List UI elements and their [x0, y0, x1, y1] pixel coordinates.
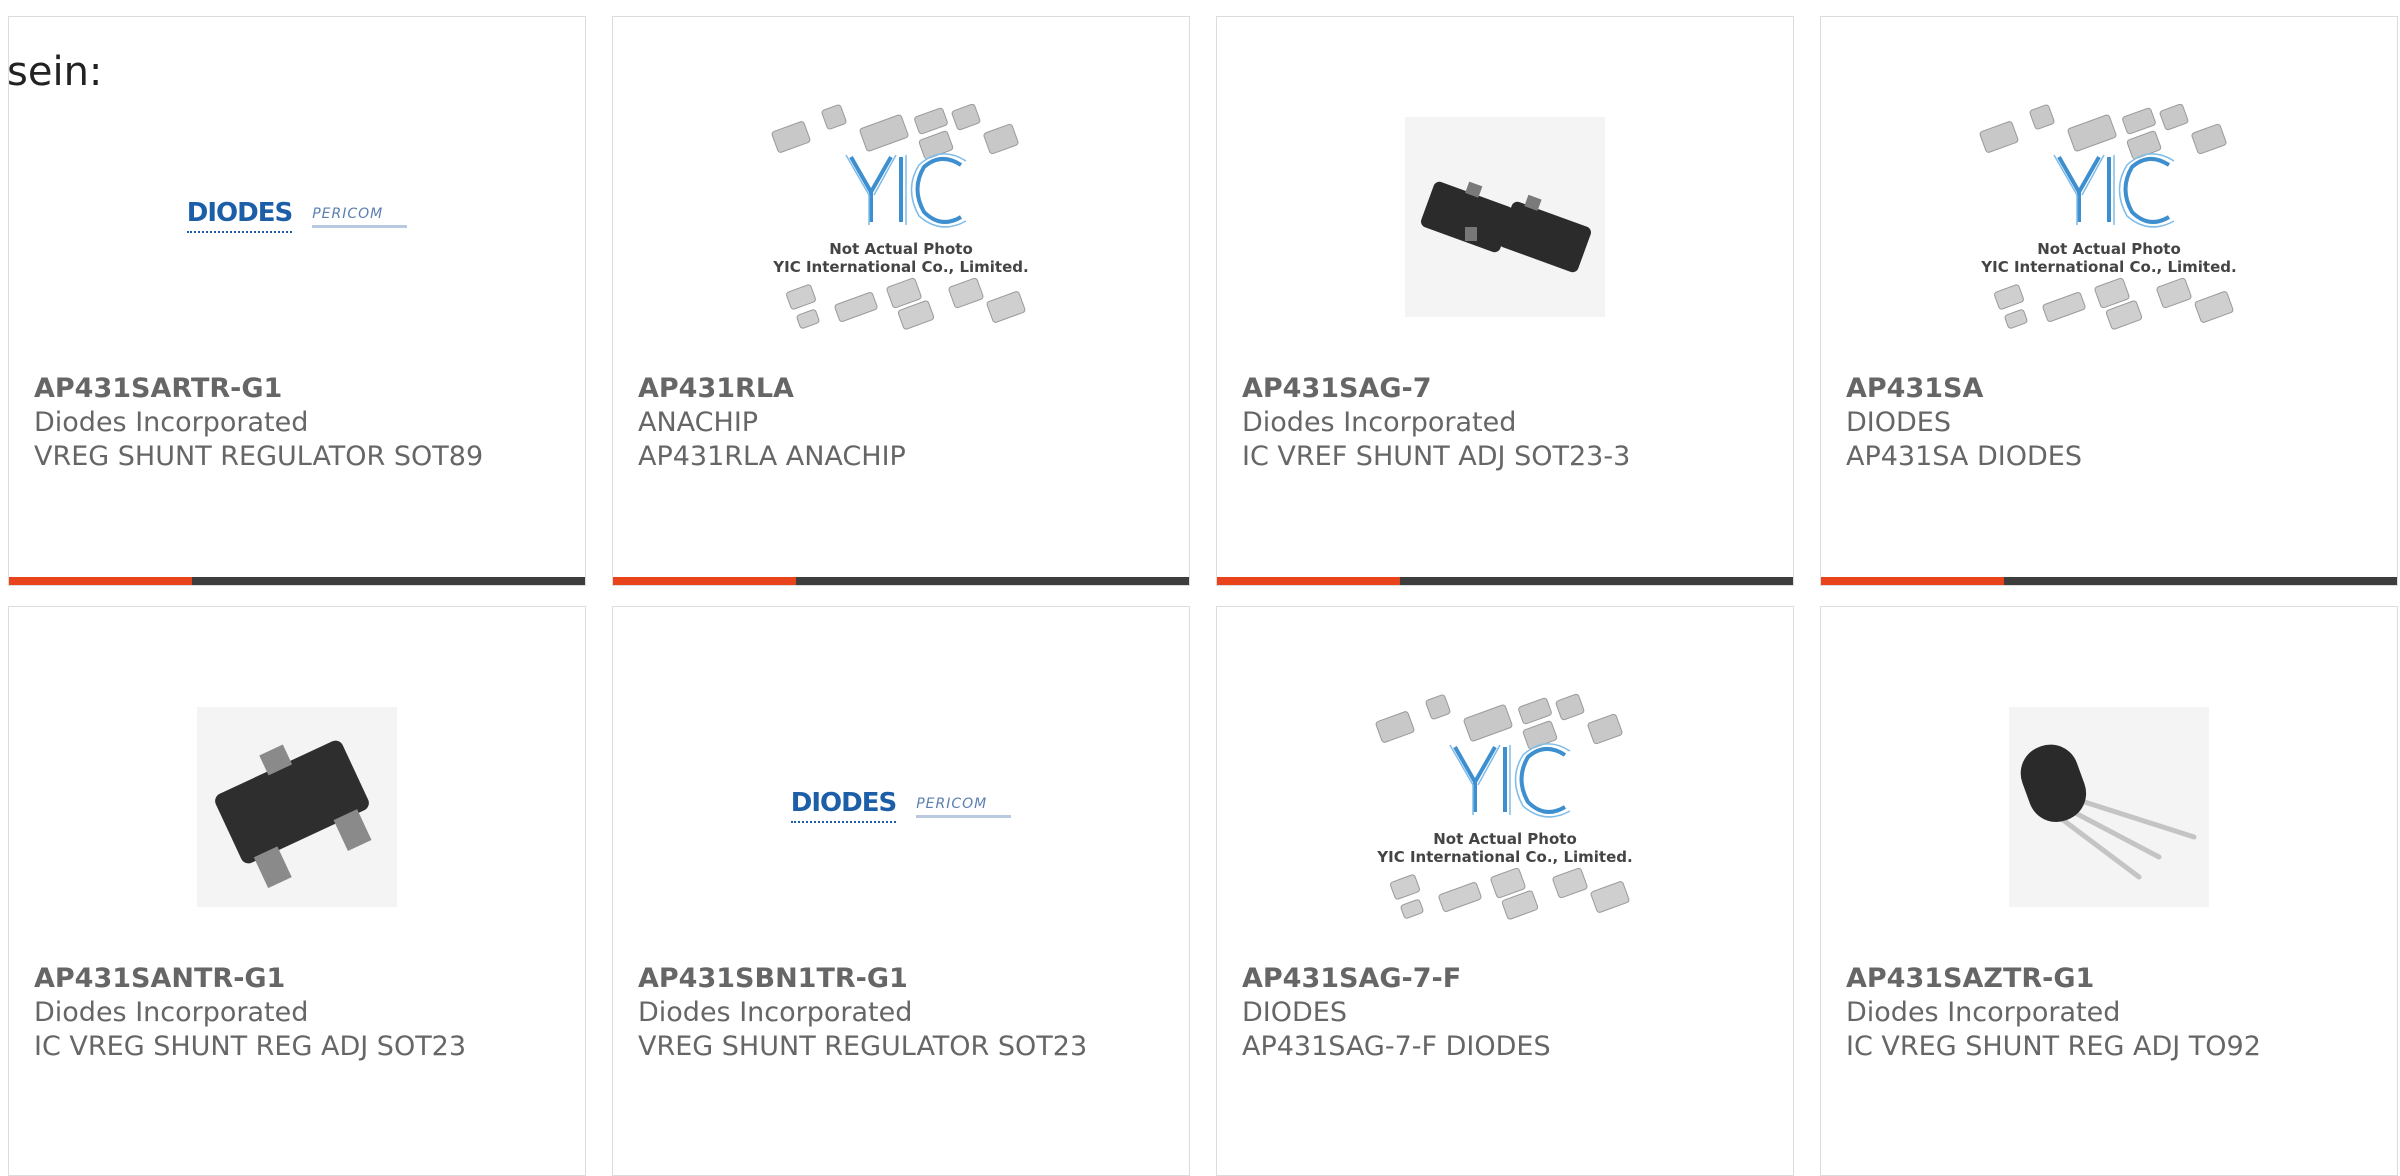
part-number-link[interactable]: AP431SAG-7 [1242, 372, 1783, 406]
sot23-chip-icon [1421, 181, 1591, 273]
description: IC VREG SHUNT REG ADJ SOT23 [34, 1031, 467, 1062]
chip-collage-icon [1979, 103, 2234, 330]
product-image[interactable] [9, 677, 585, 937]
card-bar-accent [9, 577, 192, 585]
description: AP431RLA ANACHIP [638, 441, 906, 472]
product-image[interactable]: Not Actual Photo YIC International Co., L… [613, 87, 1189, 347]
sot23-chip-icon [215, 740, 372, 889]
manufacturer: DIODES [1846, 407, 1951, 438]
product-image[interactable]: DIODES PERICOM [613, 677, 1189, 937]
manufacturer: DIODES [1242, 997, 1347, 1028]
description: VREG SHUNT REGULATOR SOT23 [638, 1031, 1088, 1062]
product-card[interactable]: AP431SANTR-G1 Diodes Incorporated IC VREG … [8, 606, 586, 1176]
product-info: AP431SA DIODES AP431SA DIODES [1846, 372, 2387, 474]
manufacturer: Diodes Incorporated [34, 997, 309, 1028]
card-bottom-bar [9, 577, 585, 585]
placeholder-line-2: YIC International Co., Limited. [773, 258, 1029, 276]
chip-collage-icon [1375, 693, 1630, 920]
chip-collage-icon [771, 103, 1026, 330]
not-actual-photo-placeholder: Not Actual Photo YIC International Co., L… [1974, 97, 2244, 337]
product-image[interactable] [1217, 87, 1793, 347]
diodes-pericom-logo: DIODES PERICOM [186, 198, 408, 236]
sot23-package-photo [197, 707, 397, 907]
card-bottom-bar [1217, 577, 1793, 585]
description: VREG SHUNT REGULATOR SOT89 [34, 441, 484, 472]
part-number-link[interactable]: AP431SANTR-G1 [34, 962, 575, 996]
card-bottom-bar [1821, 577, 2397, 585]
part-number-link[interactable]: AP431SBN1TR-G1 [638, 962, 1179, 996]
placeholder-line-1: Not Actual Photo [829, 240, 973, 258]
product-card[interactable]: AP431SAZTR-G1 Diodes Incorporated IC VREG … [1820, 606, 2398, 1176]
description: IC VREF SHUNT ADJ SOT23-3 [1242, 441, 1631, 472]
intro-text: sein: [7, 49, 103, 95]
product-info: AP431SANTR-G1 Diodes Incorporated IC VREG … [34, 962, 575, 1064]
placeholder-line-2: YIC International Co., Limited. [1377, 848, 1633, 866]
manufacturer: Diodes Incorporated [34, 407, 309, 438]
product-info: AP431SARTR-G1 Diodes Incorporated VREG SHU… [34, 372, 575, 474]
description: IC VREG SHUNT REG ADJ TO92 [1846, 1031, 2261, 1062]
to92-package-photo [2009, 707, 2209, 907]
product-info: AP431RLA ANACHIP AP431RLA ANACHIP [638, 372, 1179, 474]
diodes-logo-word: DIODES [186, 198, 293, 236]
pericom-logo: PERICOM [312, 206, 408, 228]
manufacturer: Diodes Incorporated [1846, 997, 2121, 1028]
product-card[interactable]: Not Actual Photo YIC International Co., L… [1820, 16, 2398, 586]
product-image[interactable] [1821, 677, 2397, 937]
sot23-package-photo [1405, 117, 1605, 317]
description: AP431SA DIODES [1846, 441, 2082, 472]
part-number-link[interactable]: AP431SAG-7-F [1242, 962, 1783, 996]
not-actual-photo-placeholder: Not Actual Photo YIC International Co., L… [766, 97, 1036, 337]
placeholder-line-1: Not Actual Photo [1433, 830, 1577, 848]
card-bar-accent [1217, 577, 1400, 585]
product-image[interactable]: Not Actual Photo YIC International Co., L… [1821, 87, 2397, 347]
manufacturer: Diodes Incorporated [1242, 407, 1517, 438]
product-image[interactable]: DIODES PERICOM [9, 87, 585, 347]
product-card[interactable]: DIODES PERICOM AP431SBN1TR-G1 Diodes Incorp… [612, 606, 1190, 1176]
product-card[interactable]: Not Actual Photo YIC International Co., L… [1216, 606, 1794, 1176]
product-card[interactable]: AP431SAG-7 Diodes Incorporated IC VREF SHU… [1216, 16, 1794, 586]
to92-transistor-icon [2020, 744, 2197, 880]
not-actual-photo-placeholder: Not Actual Photo YIC International Co., L… [1370, 687, 1640, 927]
placeholder-line-2: YIC International Co., Limited. [1981, 258, 2237, 276]
pericom-logo: PERICOM [916, 796, 1012, 818]
product-card[interactable]: Not Actual Photo YIC International Co., L… [612, 16, 1190, 586]
manufacturer: Diodes Incorporated [638, 997, 913, 1028]
card-bottom-bar [613, 577, 1189, 585]
product-info: AP431SAZTR-G1 Diodes Incorporated IC VREG … [1846, 962, 2387, 1064]
diodes-pericom-logo: DIODES PERICOM [790, 788, 1012, 826]
placeholder-line-1: Not Actual Photo [2037, 240, 2181, 258]
product-image[interactable]: Not Actual Photo YIC International Co., L… [1217, 677, 1793, 937]
product-info: AP431SBN1TR-G1 Diodes Incorporated VREG SH… [638, 962, 1179, 1064]
diodes-logo-word: DIODES [790, 788, 897, 826]
product-card[interactable]: DIODES PERICOM AP431SARTR-G1 Diodes Incorpo… [8, 16, 586, 586]
product-info: AP431SAG-7 Diodes Incorporated IC VREF SHU… [1242, 372, 1783, 474]
part-number-link[interactable]: AP431SA [1846, 372, 2387, 406]
manufacturer: ANACHIP [638, 407, 759, 438]
card-bar-accent [613, 577, 796, 585]
part-number-link[interactable]: AP431SARTR-G1 [34, 372, 575, 406]
product-info: AP431SAG-7-F DIODES AP431SAG-7-F DIODES [1242, 962, 1783, 1064]
card-bar-accent [1821, 577, 2004, 585]
part-number-link[interactable]: AP431SAZTR-G1 [1846, 962, 2387, 996]
part-number-link[interactable]: AP431RLA [638, 372, 1179, 406]
description: AP431SAG-7-F DIODES [1242, 1031, 1551, 1062]
